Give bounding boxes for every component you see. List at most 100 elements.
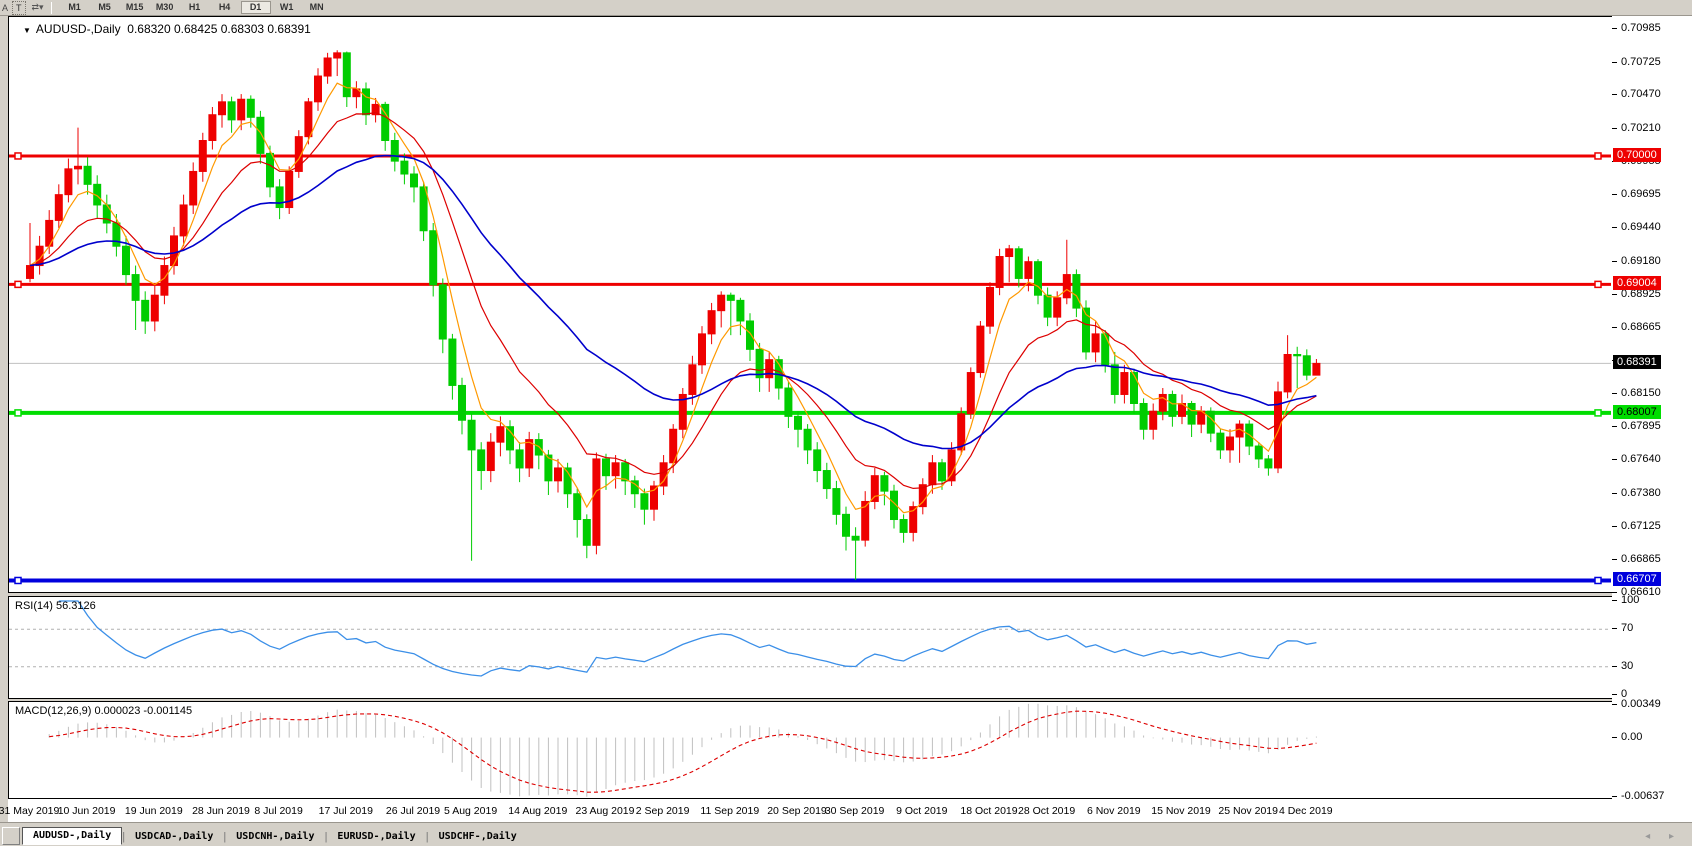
date-tick-label: 11 Sep 2019 [700, 805, 759, 817]
chart-tab-eurusd[interactable]: EURUSD-,Daily [327, 829, 425, 845]
bear-candle [507, 427, 514, 450]
rsi-chart [9, 597, 1611, 696]
bear-candle [516, 450, 523, 468]
axis-tick-mark [1612, 28, 1617, 29]
main-chart-pane[interactable]: ▼AUDUSD-,Daily 0.68320 0.68425 0.68303 0… [8, 16, 1614, 593]
date-tick-label: 30 Sep 2019 [825, 805, 885, 817]
rsi-tick-label: 70 [1621, 622, 1633, 634]
axis-tick-mark [1612, 459, 1617, 460]
bear-candle [785, 388, 792, 416]
bear-candle [430, 231, 437, 285]
bear-candle [1255, 446, 1262, 459]
toolbar-separator [51, 2, 55, 14]
date-tick-label: 5 Aug 2019 [444, 805, 497, 817]
bear-candle [228, 102, 235, 120]
bull-candle [27, 266, 34, 279]
axis-tick-mark [1612, 227, 1617, 228]
timeframe-button-m5[interactable]: M5 [91, 1, 119, 14]
top-toolbar: A T ⇄▾ M1M5M15M30H1H4D1W1MN [0, 0, 1692, 16]
bull-candle [1025, 262, 1032, 279]
bull-candle [497, 427, 504, 442]
bear-candle [401, 161, 408, 174]
bear-candle [1265, 459, 1272, 468]
hline-handle[interactable] [1595, 153, 1601, 159]
hline-handle[interactable] [1595, 577, 1601, 583]
price-tick-label: 0.68665 [1621, 321, 1661, 333]
price-tick-label: 0.68150 [1621, 387, 1661, 399]
bull-candle [1150, 411, 1157, 429]
timeframe-button-mn[interactable]: MN [303, 1, 331, 14]
timeframe-button-m15[interactable]: M15 [121, 1, 149, 14]
bear-candle [900, 520, 907, 533]
bull-candle [171, 236, 178, 266]
timeframe-button-h1[interactable]: H1 [181, 1, 209, 14]
timeframe-button-w1[interactable]: W1 [273, 1, 301, 14]
bull-candle [593, 459, 600, 545]
bull-candle [1063, 275, 1070, 298]
timeframe-button-m1[interactable]: M1 [61, 1, 89, 14]
hline-price-badge: 0.66707 [1613, 572, 1661, 586]
bear-candle [727, 295, 734, 300]
text-tool-button[interactable]: T [12, 1, 26, 15]
macd-tick-label: 0.00 [1621, 731, 1642, 743]
chart-tab-usdcnh[interactable]: USDCNH-,Daily [226, 829, 324, 845]
timeframe-button-h4[interactable]: H4 [211, 1, 239, 14]
candlestick-chart[interactable] [9, 17, 1611, 590]
axis-tick-mark [1612, 600, 1617, 601]
rsi-pane[interactable]: RSI(14) 56.3126 [8, 596, 1614, 699]
timeframe-button-m30[interactable]: M30 [151, 1, 179, 14]
tab-corner-button[interactable] [2, 827, 20, 845]
hline-price-badge: 0.69004 [1613, 276, 1661, 290]
hline-handle[interactable] [15, 577, 21, 583]
date-tick-label: 25 Nov 2019 [1218, 805, 1278, 817]
bear-candle [1131, 373, 1138, 404]
chevron-down-icon: ▼ [23, 26, 31, 35]
axis-tick-mark [1612, 393, 1617, 394]
chart-tab-usdchf[interactable]: USDCHF-,Daily [429, 829, 527, 845]
bear-candle [641, 494, 648, 509]
bear-candle [1303, 356, 1310, 375]
bear-candle [411, 174, 418, 187]
macd-pane[interactable]: MACD(12,26,9) 0.000023 -0.001145 [8, 701, 1614, 800]
bear-candle [363, 89, 370, 115]
hline-handle[interactable] [15, 281, 21, 287]
hline-handle[interactable] [15, 410, 21, 416]
price-tick-label: 0.67125 [1621, 520, 1661, 532]
bear-candle [603, 459, 610, 476]
macd-tick-label: 0.00349 [1621, 698, 1661, 710]
hline-handle[interactable] [1595, 410, 1601, 416]
axis-tick-mark [1612, 294, 1617, 295]
bear-candle [343, 53, 350, 97]
ma-34-line [30, 156, 1316, 449]
hline-handle[interactable] [15, 153, 21, 159]
axis-tick-mark [1612, 796, 1617, 797]
rsi-tick-label: 30 [1621, 660, 1633, 672]
cursor-dropdown-icon[interactable]: ⇄▾ [32, 2, 44, 13]
tab-scroll-arrows[interactable]: ◂ ▸ [1645, 831, 1682, 842]
bear-candle [113, 223, 120, 246]
bear-candle [1140, 403, 1147, 429]
timeframe-buttons: M1M5M15M30H1H4D1W1MN [60, 1, 332, 14]
bear-candle [833, 489, 840, 515]
bear-candle [1044, 295, 1051, 317]
chart-tab-audusd[interactable]: AUDUSD-,Daily [22, 827, 122, 845]
bull-candle [612, 463, 619, 476]
price-tick-label: 0.69695 [1621, 188, 1661, 200]
bull-candle [1313, 363, 1320, 375]
bear-candle [1015, 249, 1022, 279]
rsi-tick-label: 100 [1621, 594, 1639, 606]
bull-candle [190, 171, 197, 205]
chart-title: ▼AUDUSD-,Daily 0.68320 0.68425 0.68303 0… [23, 22, 311, 36]
macd-chart [9, 702, 1611, 797]
chart-tab-usdcad[interactable]: USDCAD-,Daily [125, 829, 223, 845]
price-tick-label: 0.66865 [1621, 553, 1661, 565]
bear-candle [747, 321, 754, 349]
bull-candle [65, 169, 72, 195]
timeframe-button-d1[interactable]: D1 [241, 1, 271, 14]
hline-handle[interactable] [1595, 281, 1601, 287]
bull-candle [958, 414, 965, 450]
bull-candle [1227, 437, 1234, 450]
bull-candle [219, 102, 226, 115]
bull-candle [1121, 373, 1128, 395]
toolbar-fragment: A [2, 3, 8, 13]
